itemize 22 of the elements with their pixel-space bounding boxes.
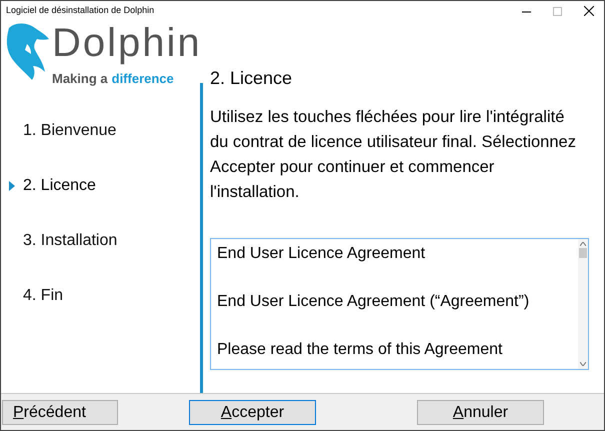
licence-paragraph: End User Licence Agreement (“Agreement”) [217, 292, 530, 312]
scrollbar-thumb[interactable] [579, 248, 587, 258]
step-label: 4. Fin [23, 286, 64, 306]
step-label: 1. Bienvenue [23, 121, 116, 141]
licence-paragraph: End User Licence Agreement [217, 244, 426, 264]
step-label: 3. Installation [23, 231, 118, 251]
instructions-text: Utilisez les touches fléchées pour lire l'intégralité du contrat de licence utilisateur final. Sélectionnez Accepter pour continuer et commencer l'installation. [210, 107, 577, 203]
licence-paragraph: Please read the terms of this Agreement [217, 340, 504, 360]
dialog-button[interactable]: Annuler [417, 400, 544, 424]
logo-tagline-highlight: difference [112, 70, 174, 88]
dialog-button[interactable]: Accepter [189, 400, 316, 424]
logo-tagline: Making a [52, 70, 108, 88]
window-title: Logiciel de désinstallation de Dolphin [6, 4, 154, 18]
dialog-button[interactable]: Précédent [2, 400, 118, 424]
step-label: 2. Licence [23, 176, 96, 196]
scroll-down-icon[interactable] [580, 362, 586, 366]
scrollbar[interactable] [578, 239, 588, 369]
scroll-up-icon[interactable] [580, 242, 586, 246]
dolphin-logo-icon [5, 22, 51, 80]
licence-text-box[interactable]: End User Licence Agreement End User Licence Agreement (“Agreement”) Please read the terms of this Agreement [210, 238, 589, 370]
close-icon[interactable] [584, 6, 594, 16]
logo-wordmark: Dolphin [52, 21, 202, 65]
